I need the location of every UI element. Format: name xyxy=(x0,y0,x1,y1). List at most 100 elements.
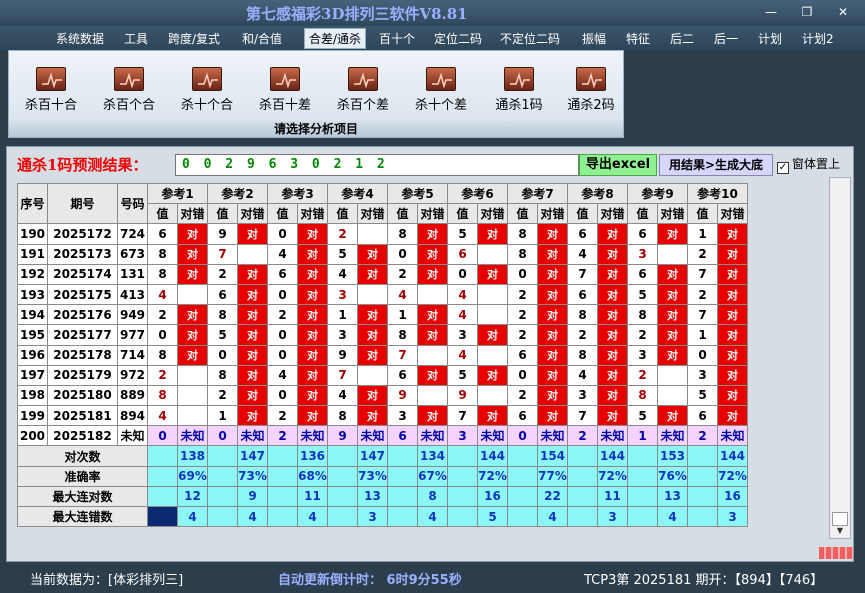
vertical-scrollbar[interactable]: ▼ xyxy=(829,177,851,539)
table-row[interactable]: 199 2025181 894 4 1 对 2 对 8 对 3 对 7 对 6 对 7 对 5 对 6 对 xyxy=(17,405,748,427)
ribbon-button-2[interactable]: 杀十个合 xyxy=(172,67,242,113)
ref-value-cell: 4 xyxy=(387,283,418,306)
table-row[interactable]: 194 2025176 949 2 对 8 对 2 对 1 对 1 对 4 2 对 8 对 8 对 7 对 xyxy=(17,304,748,326)
number-cell: 724 xyxy=(117,223,148,245)
table-row[interactable]: 198 2025180 889 8 2 对 0 对 4 对 9 9 2 对 3 对 8 5 对 xyxy=(17,384,748,407)
menu-item-10[interactable]: 后二 xyxy=(670,30,694,47)
stats-value: 13 xyxy=(357,485,388,508)
stats-label: 最大连对数 xyxy=(17,485,148,508)
seq-cell: 195 xyxy=(17,324,48,346)
stats-row: 准确率 69% 73% 68% 73% 67% 72% 77% 72% 76% 72% xyxy=(17,465,748,487)
generate-bigroll-button[interactable]: 用结果>生成大底 xyxy=(659,154,773,176)
seq-cell: 199 xyxy=(17,405,48,427)
topmost-toggle[interactable]: ✓ 窗体置上 xyxy=(777,155,840,174)
stats-pad-cell xyxy=(507,485,538,508)
hit-mark-cell: 对 xyxy=(477,263,508,285)
hit-mark-cell: 对 xyxy=(417,304,448,326)
table-row[interactable]: 197 2025179 972 2 8 对 4 对 7 6 对 5 对 0 对 4 对 2 3 对 xyxy=(17,364,748,386)
stats-pad-cell xyxy=(147,505,178,528)
menu-item-12[interactable]: 计划 xyxy=(758,30,782,47)
number-cell: 714 xyxy=(117,344,148,366)
menu-item-3[interactable]: 和/合值 xyxy=(242,30,282,47)
ribbon-button-7[interactable]: 通杀2码 xyxy=(556,67,626,113)
chart-icon xyxy=(114,67,144,91)
hit-mark-cell: 对 xyxy=(357,324,388,346)
export-excel-button[interactable]: 导出excel xyxy=(579,154,657,176)
hit-mark-cell: 对 xyxy=(597,243,628,265)
scrollbar-thumb[interactable] xyxy=(832,512,848,526)
table-row[interactable]: 191 2025173 673 8 对 7 4 对 5 对 0 对 6 8 对 4 对 3 2 对 xyxy=(17,243,748,265)
stats-value: 147 xyxy=(237,445,268,467)
table-row[interactable]: 196 2025178 714 8 对 0 对 0 对 9 对 7 4 6 对 8 对 3 对 0 对 xyxy=(17,344,748,366)
menu-item-5[interactable]: 百十个 xyxy=(379,30,415,47)
stats-value: 3 xyxy=(597,505,628,528)
hit-mark-cell: 对 xyxy=(417,263,448,285)
pending-value-cell: 0 xyxy=(207,425,238,447)
menu-item-0[interactable]: 系统数据 xyxy=(56,30,104,47)
col-header: 期号 xyxy=(47,182,118,225)
ribbon-button-5[interactable]: 杀十个差 xyxy=(406,67,476,113)
seq-cell: 193 xyxy=(17,283,48,306)
scroll-down-arrow-icon[interactable]: ▼ xyxy=(832,526,848,536)
stats-value: 13 xyxy=(657,485,688,508)
pending-row[interactable]: 200 2025182 未知 0 未知 0 未知 2 未知 9 未知 6 未知 3 未知 0 未知 2 未知 1 未知 2… xyxy=(17,425,748,447)
stats-pad-cell xyxy=(267,505,298,528)
miss-cell xyxy=(177,405,208,427)
menu-item-2[interactable]: 跨度/复式 xyxy=(168,30,220,47)
table-row[interactable]: 193 2025175 413 4 6 对 0 对 3 4 4 2 对 6 对 5 对 2 对 xyxy=(17,283,748,306)
maximize-button[interactable]: ❐ xyxy=(794,4,820,20)
hit-mark-cell: 对 xyxy=(717,344,748,366)
ref-value-cell: 5 xyxy=(687,384,718,407)
stats-pad-cell xyxy=(207,505,238,528)
ref-value-cell: 2 xyxy=(627,364,658,386)
seq-cell: 197 xyxy=(17,364,48,386)
hit-mark-cell: 对 xyxy=(657,324,688,346)
right-wrong-subheader: 对错 xyxy=(417,203,448,225)
minimize-button[interactable]: — xyxy=(758,4,784,20)
stats-value: 72% xyxy=(477,465,508,487)
ref-value-cell: 9 xyxy=(447,384,478,407)
miss-cell xyxy=(657,384,688,407)
ribbon-button-0[interactable]: 杀百十合 xyxy=(16,67,86,113)
ribbon-button-6[interactable]: 通杀1码 xyxy=(484,67,554,113)
ribbon-button-1[interactable]: 杀百个合 xyxy=(94,67,164,113)
ref-value-cell: 3 xyxy=(327,283,358,306)
stats-value: 77% xyxy=(537,465,568,487)
analysis-ribbon: 请选择分析项目 杀百十合 杀百个合 杀十个合 杀百十差 杀百个差 杀十个差 通杀1码 通杀2码 xyxy=(8,50,624,138)
menu-item-9[interactable]: 特征 xyxy=(626,30,650,47)
menu-item-8[interactable]: 振幅 xyxy=(582,30,606,47)
ref-value-cell: 4 xyxy=(147,405,178,427)
table-row[interactable]: 190 2025172 724 6 对 9 对 0 对 2 8 对 5 对 8 对 6 对 6 对 1 对 xyxy=(17,223,748,245)
pending-status-cell: 未知 xyxy=(297,425,328,447)
close-button[interactable]: ✕ xyxy=(830,4,856,20)
topmost-checkbox[interactable]: ✓ xyxy=(777,162,789,174)
ref-value-cell: 8 xyxy=(327,405,358,427)
menu-item-6[interactable]: 定位二码 xyxy=(434,30,482,47)
seq-cell: 198 xyxy=(17,384,48,407)
stats-pad-cell xyxy=(387,445,418,467)
seq-cell: 190 xyxy=(17,223,48,245)
menu-item-1[interactable]: 工具 xyxy=(124,30,148,47)
hit-mark-cell: 对 xyxy=(657,283,688,306)
table-row[interactable]: 192 2025174 131 8 对 2 对 6 对 4 对 2 对 0 对 0 对 7 对 6 对 7 对 xyxy=(17,263,748,285)
menu-item-4[interactable]: 合差/通杀 xyxy=(304,28,367,49)
menu-bar: 系统数据 工具 跨度/复式 和/合值 合差/通杀 百十个 定位二码 不定位二码 振幅 特征 后二 后一… xyxy=(0,26,865,50)
prediction-result-field[interactable]: 0 0 2 9 6 3 0 2 1 2 xyxy=(175,154,579,176)
stats-pad-cell xyxy=(567,505,598,528)
stats-value: 4 xyxy=(237,505,268,528)
ref-value-cell: 5 xyxy=(627,405,658,427)
number-cell: 131 xyxy=(117,263,148,285)
ribbon-button-3[interactable]: 杀百十差 xyxy=(250,67,320,113)
table-row[interactable]: 195 2025177 977 0 对 5 对 0 对 3 对 8 对 3 对 2 对 2 对 2 对 1 对 xyxy=(17,324,748,346)
ribbon-button-4[interactable]: 杀百个差 xyxy=(328,67,398,113)
menu-item-13[interactable]: 计划2 xyxy=(802,30,834,47)
ref-value-cell: 2 xyxy=(567,324,598,346)
hit-mark-cell: 对 xyxy=(657,405,688,427)
stats-pad-cell xyxy=(147,465,178,487)
menu-item-11[interactable]: 后一 xyxy=(714,30,738,47)
ref-header: 参考4 xyxy=(327,182,388,205)
menu-item-7[interactable]: 不定位二码 xyxy=(500,30,560,47)
number-cell: 949 xyxy=(117,304,148,326)
pending-value-cell: 6 xyxy=(387,425,418,447)
ref-value-cell: 8 xyxy=(627,384,658,407)
